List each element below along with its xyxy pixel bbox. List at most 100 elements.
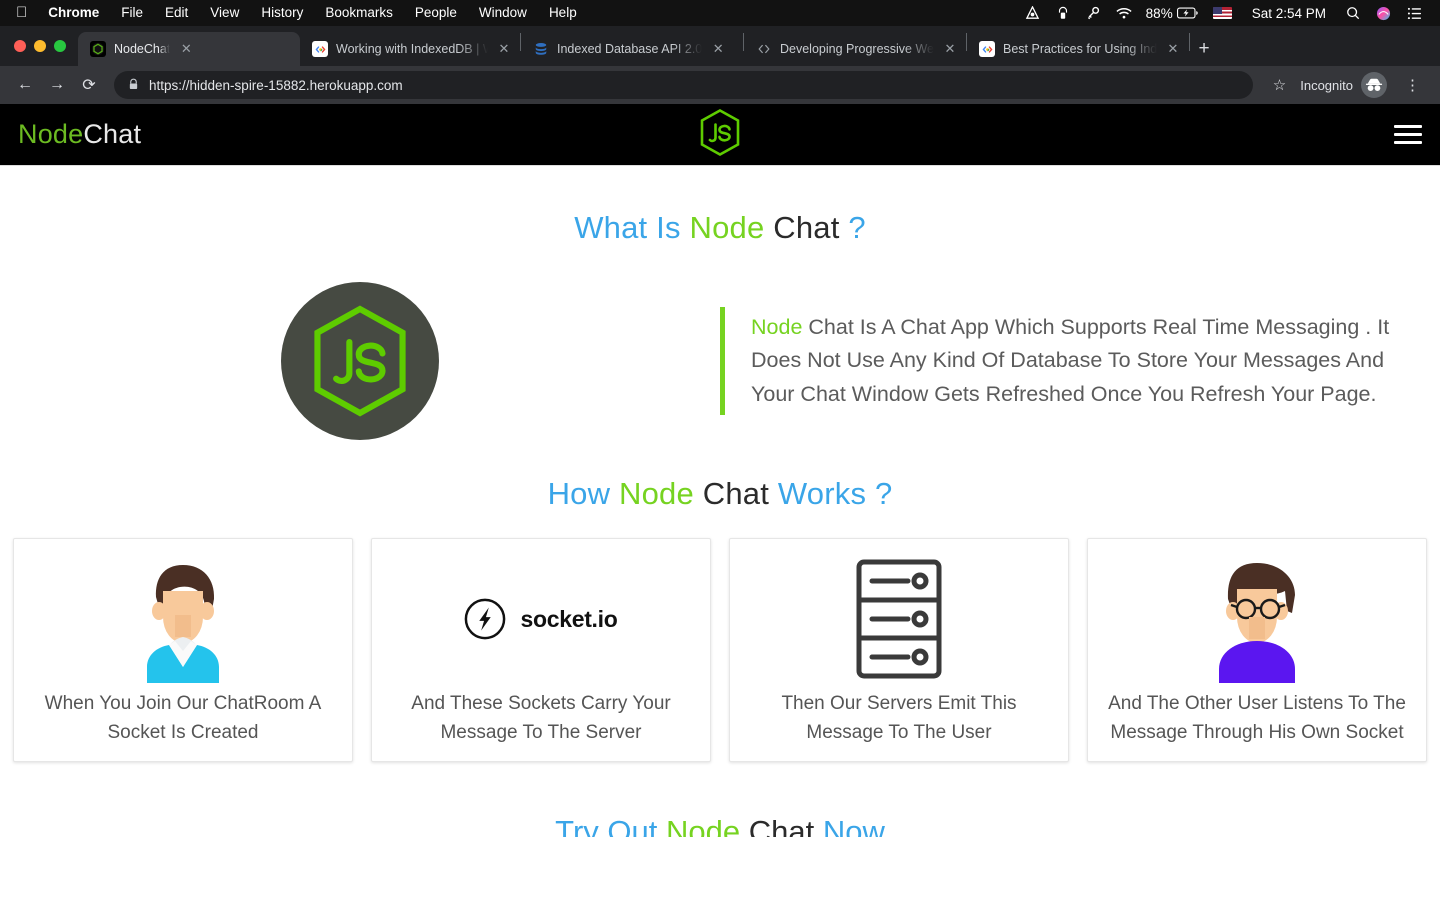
w3c-database-favicon [533,41,549,57]
how-section-title: How Node Chat Works ? [0,440,1440,512]
menubar-status-items: 88% Sat 2:54 PM [1017,5,1430,21]
tryout-title-part2: Out [607,814,666,837]
spotlight-search-icon[interactable] [1338,6,1368,20]
window-controls[interactable] [14,40,66,52]
menubar-item-help[interactable]: Help [538,0,588,26]
reload-button[interactable]: ⟳ [74,70,104,100]
menubar-item-bookmarks[interactable]: Bookmarks [314,0,404,26]
how-card[interactable]: socket.io And These Sockets Carry Your M… [371,538,711,762]
hamburger-menu-icon[interactable] [1394,125,1422,144]
menubar-app-menus:  Chrome File Edit View History Bookmark… [10,0,588,26]
forward-button[interactable]: → [42,70,72,100]
siri-icon[interactable] [1368,6,1399,21]
google-developers-favicon [979,41,995,57]
brand-node-text: Node [18,119,84,149]
card-text: And These Sockets Carry Your Message To … [411,693,671,744]
about-text-column: Node Chat Is A Chat App Which Supports R… [720,307,1440,415]
tryout-title-part3: Node [665,814,749,837]
about-logo-column [0,282,720,440]
vpn-lock-icon[interactable] [1048,6,1078,21]
user-avatar-blue-shirt-icon [147,565,219,683]
card-text: And The Other User Listens To The Messag… [1108,693,1406,744]
browser-tab-strip: NodeChat ✕ Working with IndexedDB | We ✕… [0,26,1440,66]
menubar-item-history[interactable]: History [250,0,314,26]
how-title-part3: Chat [702,476,778,511]
menubar-item-chrome[interactable]: Chrome [37,0,110,26]
window-minimize-button[interactable] [34,40,46,52]
how-card[interactable]: Then Our Servers Emit This Message To Th… [729,538,1069,762]
about-quote: Node Chat Is A Chat App Which Supports R… [720,307,1426,415]
menubar-item-edit[interactable]: Edit [154,0,199,26]
how-cards-row: When You Join Our ChatRoom A Socket Is C… [0,512,1440,762]
lock-icon [128,78,139,93]
browser-tab-title: Indexed Database API 2.0 [557,42,703,56]
address-bar[interactable]: https://hidden-spire-15882.herokuapp.com [114,71,1253,99]
incognito-avatar-icon [1361,72,1387,98]
us-flag-icon[interactable] [1205,7,1240,19]
tab-close-icon[interactable]: ✕ [710,41,726,57]
menubar-item-file[interactable]: File [110,0,154,26]
browser-tab-title: Best Practices for Using Indexe [1003,42,1157,56]
browser-toolbar: ← → ⟳ https://hidden-spire-15882.herokua… [0,66,1440,104]
avast-icon[interactable] [1017,5,1048,21]
web-page-viewport: NodeChat What Is Node Chat ? Node Chat I… [0,104,1440,837]
card-media: socket.io [384,549,698,689]
tryout-title-part1: Try [555,814,608,837]
key-icon[interactable] [1078,6,1108,20]
browser-tab-working-with-indexeddb[interactable]: Working with IndexedDB | We ✕ [300,32,520,66]
how-card[interactable]: When You Join Our ChatRoom A Socket Is C… [13,538,353,762]
how-card[interactable]: And The Other User Listens To The Messag… [1087,538,1427,762]
browser-tab-nodechat[interactable]: NodeChat ✕ [78,32,300,66]
how-title-part4: Works ? [777,476,893,511]
back-button[interactable]: ← [10,70,40,100]
site-brand[interactable]: NodeChat [18,119,141,150]
browser-tab-best-practices-indexeddb[interactable]: Best Practices for Using Indexe ✕ [967,32,1189,66]
wifi-icon[interactable] [1108,7,1140,20]
incognito-indicator[interactable]: Incognito [1300,72,1391,98]
control-center-icon[interactable] [1399,7,1430,20]
window-close-button[interactable] [14,40,26,52]
battery-charging-icon [1176,7,1198,19]
google-developers-favicon [312,41,328,57]
card-text: Then Our Servers Emit This Message To Th… [781,693,1017,744]
how-title-part2: Node [619,476,703,511]
tab-close-icon[interactable]: ✕ [942,41,958,57]
card-media [742,549,1056,689]
star-icon[interactable]: ☆ [1263,76,1296,94]
about-section: Node Chat Is A Chat App Which Supports R… [0,246,1440,440]
apple-menu-icon[interactable]:  [10,0,37,26]
nodejs-logo-icon [698,108,742,161]
browser-tab-developing-progressive-web-apps[interactable]: Developing Progressive Web A ✕ [744,32,966,66]
new-tab-button[interactable]: + [1190,35,1218,63]
three-dot-menu-icon[interactable]: ⋮ [1395,78,1430,93]
nodechat-favicon [90,41,106,57]
card-text: When You Join Our ChatRoom A Socket Is C… [44,693,322,744]
menubar-item-window[interactable]: Window [468,0,538,26]
tab-close-icon[interactable]: ✕ [496,41,512,57]
window-maximize-button[interactable] [54,40,66,52]
about-section-title: What Is Node Chat ? [0,174,1440,246]
menubar-clock[interactable]: Sat 2:54 PM [1240,6,1338,21]
socketio-logo-icon: socket.io [464,598,618,640]
page-content: What Is Node Chat ? Node Chat Is A Chat … [0,166,1440,837]
address-bar-url: https://hidden-spire-15882.herokuapp.com [149,77,403,93]
code-brackets-favicon [756,41,772,57]
tryout-title-part4: Chat [748,814,823,837]
about-title-part3: Chat [773,210,849,245]
tab-close-icon[interactable]: ✕ [178,41,194,57]
tab-close-icon[interactable]: ✕ [1165,41,1181,57]
battery-status[interactable]: 88% [1140,6,1205,21]
about-title-part1: What Is [574,210,690,245]
nodejs-logo-circle [281,282,439,440]
browser-tab-indexed-database-api[interactable]: Indexed Database API 2.0 ✕ [521,32,743,66]
tryout-section-title: Try Out Node Chat Now [0,762,1440,837]
server-rack-icon [856,559,942,679]
toolbar-actions: ☆ Incognito ⋮ [1263,72,1430,98]
menubar-item-view[interactable]: View [199,0,250,26]
battery-percent-label: 88% [1145,5,1173,21]
menubar-item-people[interactable]: People [404,0,468,26]
about-quote-highlight: Node [751,315,803,340]
nodejs-logo-icon [314,305,406,417]
incognito-label: Incognito [1300,77,1353,93]
how-title-part1: How [547,476,620,511]
